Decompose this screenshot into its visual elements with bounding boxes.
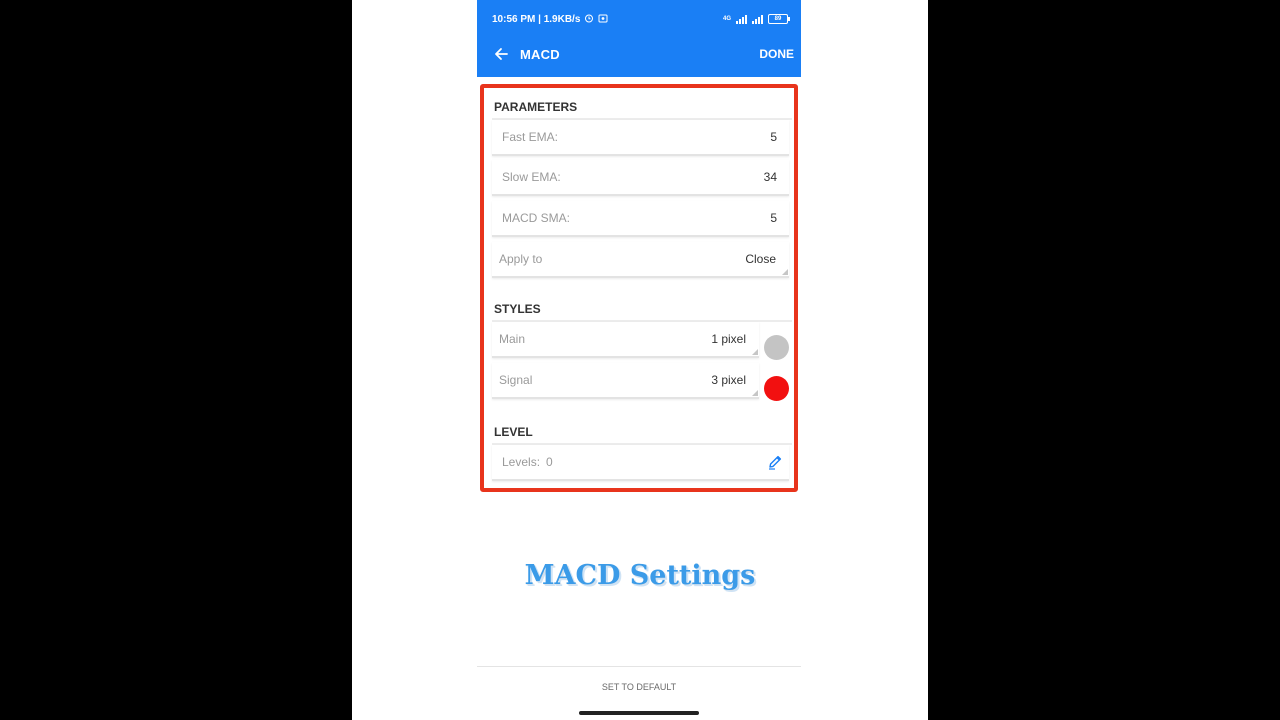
done-button[interactable]: DONE: [759, 47, 794, 61]
signal-strength-icon-2: [752, 14, 763, 24]
main-style-value: 1 pixel: [711, 332, 746, 346]
notification-icon: [598, 13, 608, 26]
pencil-edit-icon[interactable]: [765, 452, 785, 472]
apply-to-label: Apply to: [499, 252, 543, 266]
main-style-label: Main: [499, 332, 526, 346]
main-color-swatch[interactable]: [764, 335, 789, 360]
slow-ema-value: 34: [763, 170, 777, 184]
section-title-styles: STYLES: [494, 302, 541, 316]
settings-highlight-box: PARAMETERS Fast EMA: 5 Slow EMA: 34 MACD…: [480, 84, 798, 492]
network-label: 4G: [722, 16, 731, 22]
signal-color-swatch[interactable]: [764, 376, 789, 401]
levels-field[interactable]: Levels: 0: [492, 445, 789, 481]
macd-sma-field[interactable]: MACD SMA: 5: [492, 201, 789, 237]
home-indicator[interactable]: [579, 711, 699, 715]
levels-value: 0: [546, 455, 553, 469]
set-to-default-button[interactable]: SET TO DEFAULT: [477, 682, 801, 692]
signal-line-width-dropdown[interactable]: Signal 3 pixel: [492, 363, 759, 399]
toolbar: MACD DONE: [477, 42, 801, 66]
alarm-icon: [584, 13, 594, 26]
status-bar: 10:56 PM | 1.9KB/s 4G 89: [492, 12, 790, 26]
battery-icon: 89: [768, 14, 790, 24]
slow-ema-field[interactable]: Slow EMA: 34: [492, 160, 789, 196]
overlay-caption: MACD Settings: [524, 560, 756, 591]
slow-ema-label: Slow EMA:: [502, 170, 561, 184]
main-line-width-dropdown[interactable]: Main 1 pixel: [492, 322, 759, 358]
app-bar: 10:56 PM | 1.9KB/s 4G 89 MACD DONE: [477, 0, 801, 77]
levels-label: Levels:: [502, 455, 541, 469]
page-title: MACD: [520, 46, 560, 62]
macd-sma-label: MACD SMA:: [502, 211, 571, 225]
section-title-parameters: PARAMETERS: [494, 100, 578, 114]
back-arrow-icon[interactable]: [490, 43, 512, 65]
status-time-speed: 10:56 PM | 1.9KB/s: [492, 13, 581, 25]
signal-strength-icon: [736, 14, 747, 24]
fast-ema-label: Fast EMA:: [502, 130, 559, 144]
signal-style-value: 3 pixel: [711, 373, 746, 387]
fast-ema-value: 5: [770, 130, 777, 144]
fast-ema-field[interactable]: Fast EMA: 5: [492, 120, 789, 156]
section-title-level: LEVEL: [494, 425, 533, 439]
macd-sma-value: 5: [770, 211, 777, 225]
apply-to-value: Close: [745, 252, 776, 266]
phone-screen: 10:56 PM | 1.9KB/s 4G 89 MACD DONE PARAM…: [352, 0, 928, 720]
footer-divider: [477, 666, 801, 667]
signal-style-label: Signal: [499, 373, 533, 387]
apply-to-dropdown[interactable]: Apply to Close: [492, 242, 789, 278]
